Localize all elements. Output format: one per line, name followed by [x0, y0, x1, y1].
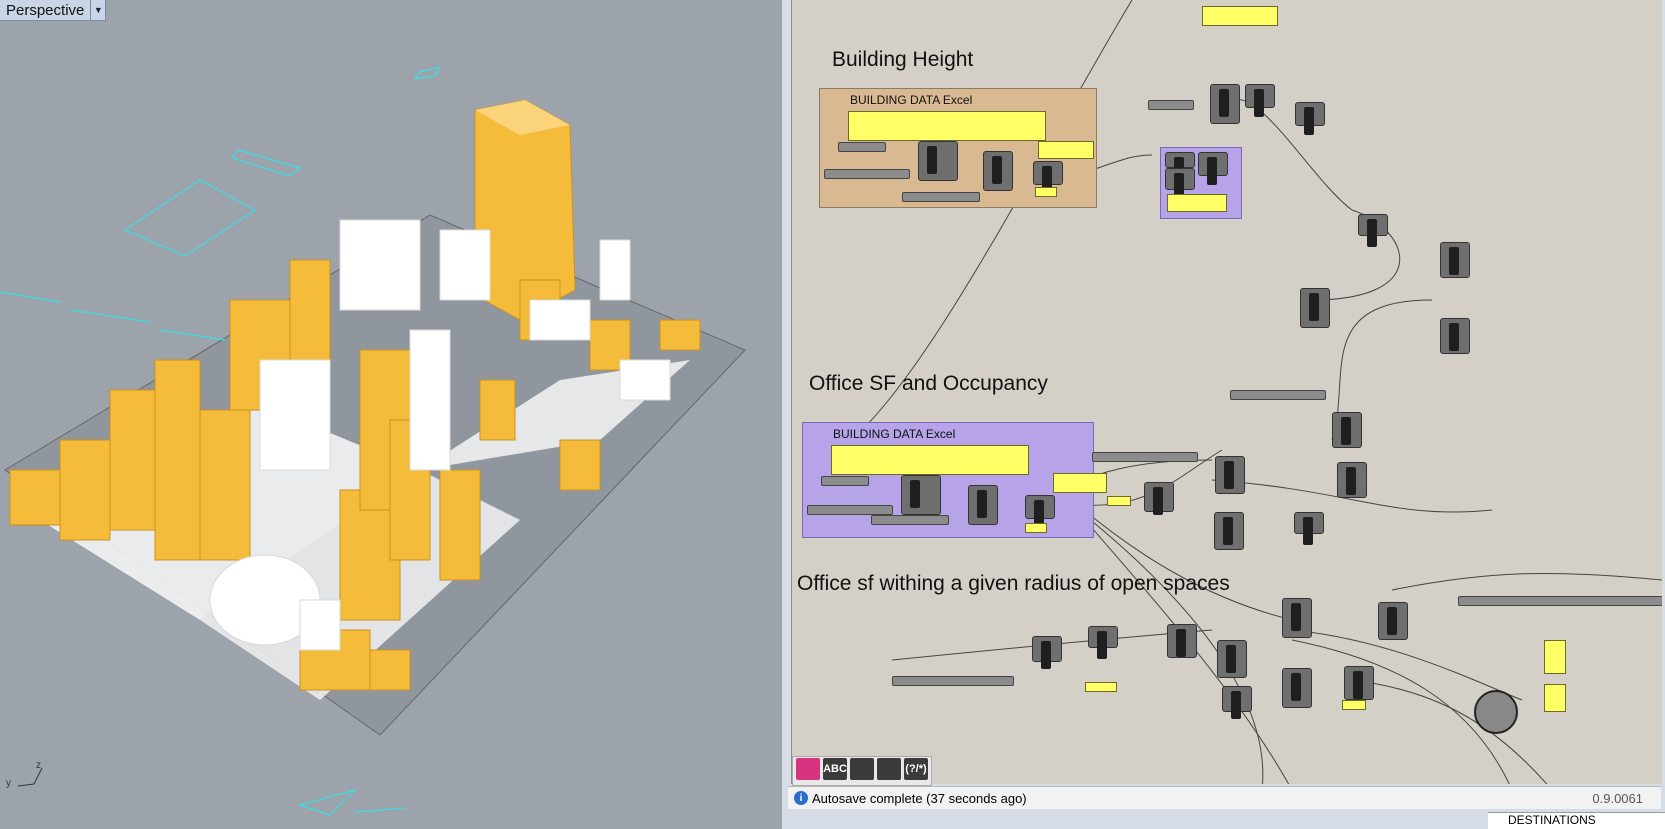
gh-component[interactable]: [1088, 626, 1118, 659]
axis-y-label: y: [6, 778, 11, 789]
gh-component[interactable]: [1295, 102, 1325, 135]
gh-component[interactable]: [1332, 412, 1362, 448]
text-button[interactable]: ABC: [823, 758, 847, 780]
gh-component[interactable]: [1282, 668, 1312, 708]
section-title-office-radius: Office sf withing a given radius of open…: [797, 572, 1230, 595]
gh-component[interactable]: [1294, 512, 1324, 545]
gh-component[interactable]: [1440, 242, 1470, 278]
yellow-panel[interactable]: [848, 111, 1046, 141]
yellow-panel[interactable]: [1038, 141, 1094, 159]
gh-component[interactable]: [1167, 624, 1197, 658]
gh-component[interactable]: [1217, 640, 1247, 678]
viewport-label[interactable]: Perspective: [0, 2, 90, 19]
gh-component[interactable]: [1165, 152, 1195, 185]
slider[interactable]: [824, 169, 910, 179]
gh-component[interactable]: [1300, 288, 1330, 328]
viewport-tab[interactable]: Perspective ▼: [0, 0, 107, 21]
section-title-building-height: Building Height: [832, 48, 974, 71]
yellow-panel[interactable]: [1544, 684, 1566, 712]
status-text: Autosave complete (37 seconds ago): [812, 790, 1027, 806]
status-bar: i Autosave complete (37 seconds ago) 0.9…: [788, 786, 1661, 809]
group-building-data-1[interactable]: BUILDING DATA Excel: [819, 88, 1097, 208]
yellow-panel[interactable]: [1053, 473, 1107, 493]
gh-component[interactable]: [1440, 318, 1470, 354]
gh-component[interactable]: [968, 485, 998, 525]
slider[interactable]: [1148, 100, 1194, 110]
axis-lines-icon: [17, 767, 43, 787]
grasshopper-canvas[interactable]: Building Height Office SF and Occupancy …: [791, 0, 1662, 784]
slider[interactable]: [871, 515, 949, 525]
version-label: 0.9.0061: [1592, 790, 1643, 806]
gh-component[interactable]: [1358, 214, 1388, 247]
slider[interactable]: [902, 192, 980, 202]
yellow-panel[interactable]: [831, 445, 1029, 475]
sketch-button[interactable]: [850, 758, 874, 780]
markup-button[interactable]: [877, 758, 901, 780]
slider[interactable]: [892, 676, 1014, 686]
gh-component[interactable]: [1025, 495, 1055, 528]
gh-component[interactable]: [1210, 84, 1240, 124]
group-building-data-2[interactable]: BUILDING DATA Excel: [802, 422, 1107, 538]
yellow-panel[interactable]: [1025, 523, 1047, 533]
gh-component[interactable]: [1378, 602, 1408, 640]
gh-component[interactable]: [983, 151, 1013, 191]
info-icon: i: [794, 791, 808, 805]
yellow-panel[interactable]: [1107, 496, 1131, 506]
gh-component[interactable]: [1344, 666, 1374, 700]
slider[interactable]: [807, 505, 893, 515]
gh-component[interactable]: [1282, 598, 1312, 638]
gh-canvas-toolbar: ABC (?/*): [792, 756, 932, 786]
chevron-down-icon[interactable]: ▼: [90, 0, 105, 20]
section-title-office-sf: Office SF and Occupancy: [809, 372, 1048, 395]
rhino-viewport[interactable]: Perspective ▼ z y: [0, 0, 782, 829]
gh-component[interactable]: [1165, 168, 1195, 201]
yellow-panel[interactable]: [1342, 700, 1366, 710]
side-panel-item[interactable]: DESTINATIONS: [1488, 812, 1665, 829]
city-model-scene: [0, 66, 746, 816]
yellow-panel[interactable]: [1035, 187, 1057, 197]
yellow-panel[interactable]: [1167, 194, 1227, 212]
gh-component[interactable]: [901, 475, 941, 515]
slider[interactable]: [1092, 452, 1198, 462]
preview-button[interactable]: [796, 758, 820, 780]
yellow-panel[interactable]: [1085, 682, 1117, 692]
gh-component[interactable]: [1198, 152, 1228, 185]
gh-component[interactable]: [1222, 686, 1252, 719]
slider[interactable]: [1230, 390, 1326, 400]
group-label: BUILDING DATA Excel: [850, 93, 973, 107]
gh-component[interactable]: [918, 141, 958, 181]
yellow-panel[interactable]: [1202, 6, 1278, 26]
slider[interactable]: [1458, 596, 1662, 606]
gh-component[interactable]: [1214, 512, 1244, 550]
slider[interactable]: [821, 476, 869, 486]
gh-component[interactable]: [1032, 636, 1062, 669]
gh-component[interactable]: [1337, 462, 1367, 498]
param-circle[interactable]: [1474, 690, 1518, 734]
slider[interactable]: [838, 142, 886, 152]
group-label: BUILDING DATA Excel: [833, 427, 956, 441]
gh-component[interactable]: [1215, 456, 1245, 494]
gh-component[interactable]: [1033, 161, 1063, 194]
expression-button[interactable]: (?/*): [904, 758, 928, 780]
gh-component[interactable]: [1144, 482, 1174, 515]
gh-component[interactable]: [1245, 84, 1275, 117]
yellow-panel[interactable]: [1544, 640, 1566, 674]
